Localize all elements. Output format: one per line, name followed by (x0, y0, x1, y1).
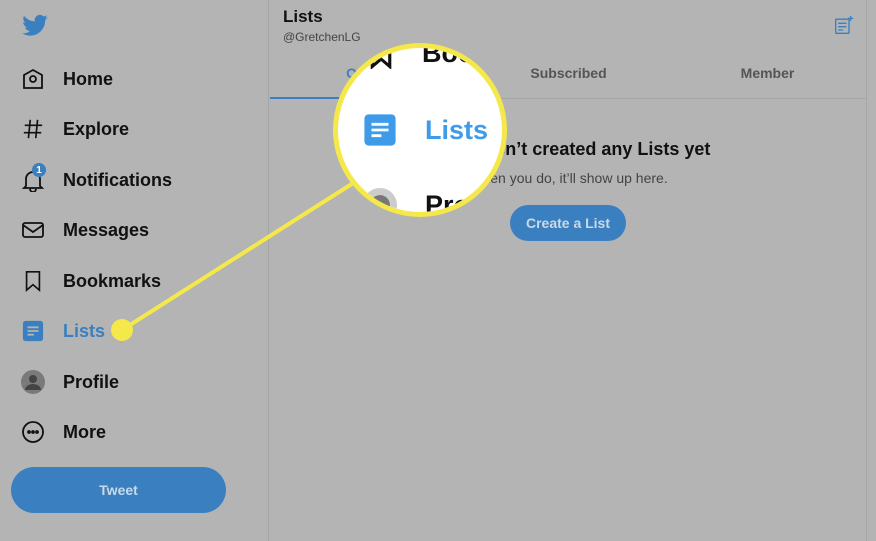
tweet-button[interactable]: Tweet (11, 467, 226, 513)
sidebar-item-notifications[interactable]: 1 Notifications (20, 163, 173, 195)
envelope-icon (20, 217, 46, 243)
create-list-button[interactable]: Create a List (510, 205, 626, 241)
more-icon (20, 419, 46, 445)
sidebar-item-label: Messages (63, 219, 150, 240)
sidebar-item-label: Explore (63, 118, 130, 139)
sidebar-item-bookmarks[interactable]: Bookmarks (20, 266, 161, 296)
empty-state-subtext: When you do, it’ll show up here. (469, 170, 668, 186)
twitter-bird-icon[interactable] (20, 12, 50, 40)
sidebar-item-home[interactable]: Home (20, 64, 113, 94)
page-title: Lists (283, 7, 323, 26)
bell-icon: 1 (20, 163, 46, 193)
sidebar-item-label: Lists (63, 320, 106, 341)
sidebar-item-explore[interactable]: Explore (20, 114, 129, 144)
bookmark-icon (20, 268, 46, 294)
new-list-icon[interactable] (834, 15, 854, 35)
avatar-icon (20, 369, 46, 395)
sidebar-item-label: Profile (63, 371, 120, 392)
sidebar-item-more[interactable]: More (20, 417, 106, 447)
sidebar-item-messages[interactable]: Messages (20, 215, 149, 245)
sidebar: Home Explore 1 Notifications Messages Bo… (0, 0, 269, 541)
main-panel: Lists @GretchenLG Owned Subscribed Membe… (270, 0, 867, 541)
sidebar-item-label: More (63, 421, 107, 442)
hashtag-icon (20, 116, 46, 142)
tab-subscribed[interactable]: Subscribed (469, 48, 668, 98)
empty-state-heading: You haven’t created any Lists yet (426, 139, 711, 159)
sidebar-item-profile[interactable]: Profile (20, 367, 119, 397)
home-icon (20, 66, 46, 92)
sidebar-item-label: Home (63, 68, 114, 89)
notification-badge: 1 (32, 163, 46, 177)
tab-bar: Owned Subscribed Member (270, 48, 867, 99)
tab-member[interactable]: Member (668, 48, 867, 98)
user-handle: @GretchenLG (283, 30, 361, 44)
tab-owned[interactable]: Owned (270, 48, 469, 99)
lists-icon (20, 318, 46, 344)
sidebar-item-label: Notifications (63, 169, 173, 190)
sidebar-item-label: Bookmarks (63, 270, 162, 291)
sidebar-item-lists[interactable]: Lists (20, 316, 105, 346)
